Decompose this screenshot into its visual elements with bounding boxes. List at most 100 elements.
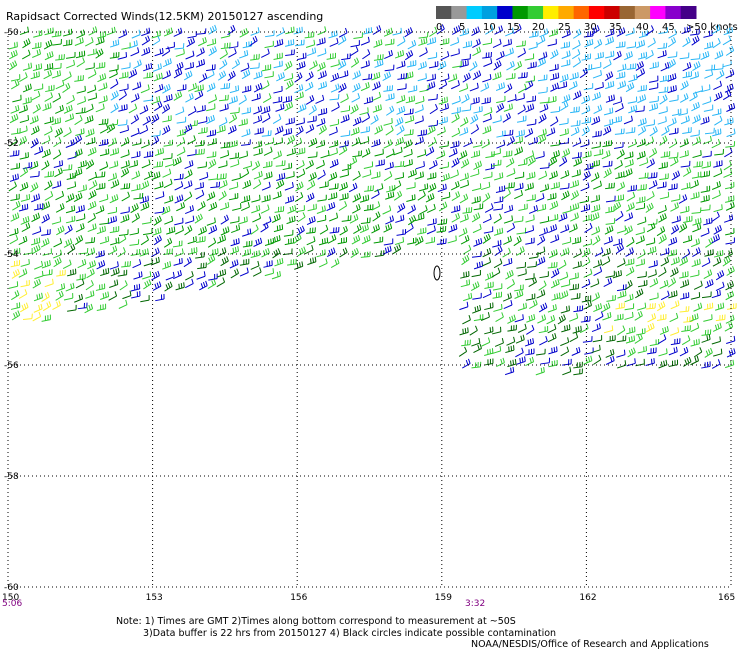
wind-barb (484, 203, 494, 213)
wind-barb (561, 236, 572, 245)
wind-barb (722, 256, 731, 267)
wind-barb (482, 38, 493, 46)
wind-barb (11, 310, 21, 321)
wind-barb (426, 225, 436, 235)
wind-barb (241, 107, 251, 115)
wind-barb (404, 50, 414, 61)
wind-barb (546, 127, 556, 137)
wind-barb (20, 279, 30, 288)
wind-barb (131, 29, 141, 39)
wind-barb (273, 150, 282, 160)
wind-barb (470, 281, 480, 291)
wind-barb (659, 94, 668, 105)
wind-barb (99, 218, 109, 225)
wind-barb (559, 156, 568, 167)
wind-barb (403, 149, 413, 158)
wind-barb (131, 183, 141, 192)
wind-barb (537, 128, 547, 138)
wind-barb (165, 41, 175, 50)
wind-barb (703, 104, 714, 112)
wind-barb (65, 51, 76, 59)
wind-barb (154, 181, 164, 190)
wind-barb (602, 125, 612, 136)
wind-barb (133, 271, 143, 280)
wind-barb (496, 139, 506, 149)
wind-barb (559, 128, 569, 137)
wind-barb (285, 171, 295, 179)
wind-barb (679, 292, 690, 300)
wind-barb (518, 203, 528, 211)
wind-barb (635, 60, 645, 71)
wind-barb (593, 354, 602, 365)
wind-barb (659, 326, 669, 335)
wind-barb (483, 226, 494, 234)
wind-barb (241, 85, 252, 93)
wind-barb (525, 150, 535, 160)
wind-barb (571, 49, 581, 60)
wind-barb (67, 304, 77, 312)
wind-barb (492, 38, 502, 49)
wind-barb (536, 35, 546, 46)
wind-barb (41, 229, 51, 236)
wind-barb (241, 128, 251, 138)
wind-barb (584, 38, 594, 48)
wind-barb (242, 179, 252, 190)
wind-barb (605, 36, 615, 46)
wind-barb (185, 93, 194, 103)
wind-barb (617, 63, 627, 72)
wind-barb (141, 159, 151, 169)
wind-barb (194, 90, 204, 101)
wind-barb (616, 349, 626, 358)
wind-barb (250, 53, 260, 61)
wind-barb (417, 129, 427, 137)
wind-barb (700, 194, 710, 203)
wind-barb (648, 180, 658, 190)
wind-barb (470, 150, 481, 159)
wind-barb (261, 48, 270, 58)
wind-barb (560, 247, 570, 257)
wind-barb (581, 105, 591, 115)
wind-barb (188, 247, 198, 255)
wind-barb (30, 71, 40, 80)
wind-barb (363, 161, 374, 169)
wind-barb (581, 278, 591, 289)
wind-barb (560, 346, 570, 357)
wind-barb (22, 62, 33, 71)
wind-barb (56, 225, 65, 236)
wind-barb (385, 93, 395, 101)
wind-barb (282, 127, 293, 136)
wind-barb (659, 279, 669, 289)
wind-barb (284, 60, 293, 71)
wind-barb (504, 47, 514, 57)
wind-barb (109, 39, 120, 48)
wind-barb (671, 215, 681, 224)
legend-swatch (481, 6, 498, 19)
wind-barb (187, 236, 197, 245)
wind-barb (164, 215, 174, 225)
wind-barb (646, 303, 656, 310)
wind-barb (560, 305, 570, 314)
wind-barb (11, 268, 21, 279)
wind-barb (462, 72, 471, 83)
wind-barb (506, 222, 516, 233)
wind-barb (217, 234, 227, 244)
wind-barb (591, 62, 602, 70)
wind-barb (645, 237, 656, 246)
legend-swatch (451, 6, 468, 19)
wind-barb (584, 347, 594, 355)
legend-swatch (436, 6, 452, 19)
wind-barb (294, 261, 304, 270)
legend-swatch (466, 6, 483, 19)
wind-barb (669, 94, 679, 103)
wind-barb (350, 247, 359, 258)
wind-barb (496, 130, 506, 138)
wind-barb (657, 205, 667, 214)
wind-barb (472, 140, 483, 148)
wind-barb (473, 160, 483, 171)
wind-barb (197, 201, 206, 211)
wind-barb (95, 283, 106, 291)
wind-barb (645, 136, 655, 146)
lon-label: 165 (718, 593, 735, 603)
wind-barb (712, 38, 721, 49)
wind-barb (386, 105, 395, 116)
